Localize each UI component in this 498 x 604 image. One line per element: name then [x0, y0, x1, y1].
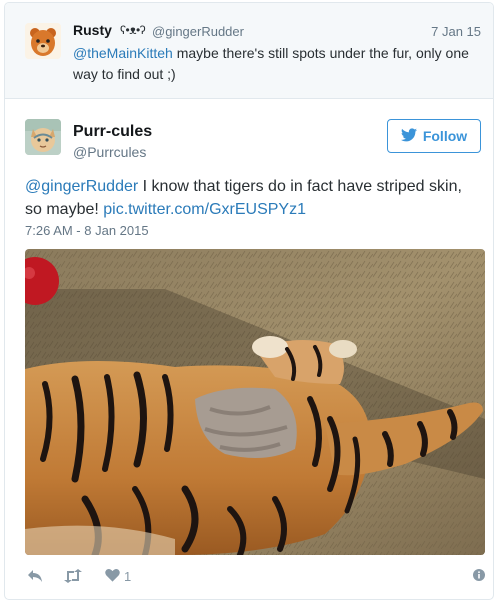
tweet-date[interactable]: 7 Jan 15 — [431, 24, 481, 39]
follow-label: Follow — [422, 128, 468, 144]
avatar[interactable] — [25, 23, 61, 59]
author-name[interactable]: Purr-cules — [73, 123, 152, 141]
mention-link[interactable]: @theMainKitteh — [73, 45, 173, 61]
tweet-text: @gingerRudder I know that tigers do in f… — [25, 175, 485, 221]
author-handle[interactable]: @Purrcules — [73, 144, 146, 160]
tweet-actions: 1 — [25, 565, 485, 587]
author-badge: ʕ•ᴥ•ʔ — [120, 23, 146, 37]
tweet-text-part: way to find out ;) — [73, 66, 176, 82]
media-link[interactable]: pic.twitter.com/GxrEUSPYz1 — [103, 201, 306, 218]
tweet-text: @theMainKitteh maybe there's still spots… — [73, 43, 483, 85]
retweet-icon[interactable] — [63, 567, 83, 585]
embedded-tweet-card: Rusty ʕ•ᴥ•ʔ @gingerRudder 7 Jan 15 @theM… — [4, 2, 494, 600]
tweet-photo[interactable] — [25, 249, 485, 555]
info-icon[interactable] — [473, 568, 485, 586]
tweet-text-part: so maybe! — [25, 201, 104, 218]
bird-icon — [400, 127, 417, 145]
avatar[interactable] — [25, 119, 61, 155]
like-count: 1 — [124, 568, 132, 584]
follow-button[interactable]: Follow — [387, 119, 481, 153]
parent-tweet[interactable]: Rusty ʕ•ᴥ•ʔ @gingerRudder 7 Jan 15 @theM… — [5, 3, 493, 99]
author-handle[interactable]: @gingerRudder — [152, 24, 244, 39]
heart-icon — [105, 568, 120, 585]
mention-link[interactable]: @gingerRudder — [25, 178, 138, 195]
author-name[interactable]: Rusty — [73, 22, 112, 38]
like-button[interactable]: 1 — [105, 567, 131, 585]
tweet-text-part: I know that tigers do in fact have strip… — [138, 178, 462, 195]
tweet-timestamp[interactable]: 7:26 AM - 8 Jan 2015 — [25, 223, 149, 238]
tweet-text-part: maybe there's still spots under the fur,… — [172, 45, 469, 61]
reply-icon[interactable] — [27, 567, 43, 585]
